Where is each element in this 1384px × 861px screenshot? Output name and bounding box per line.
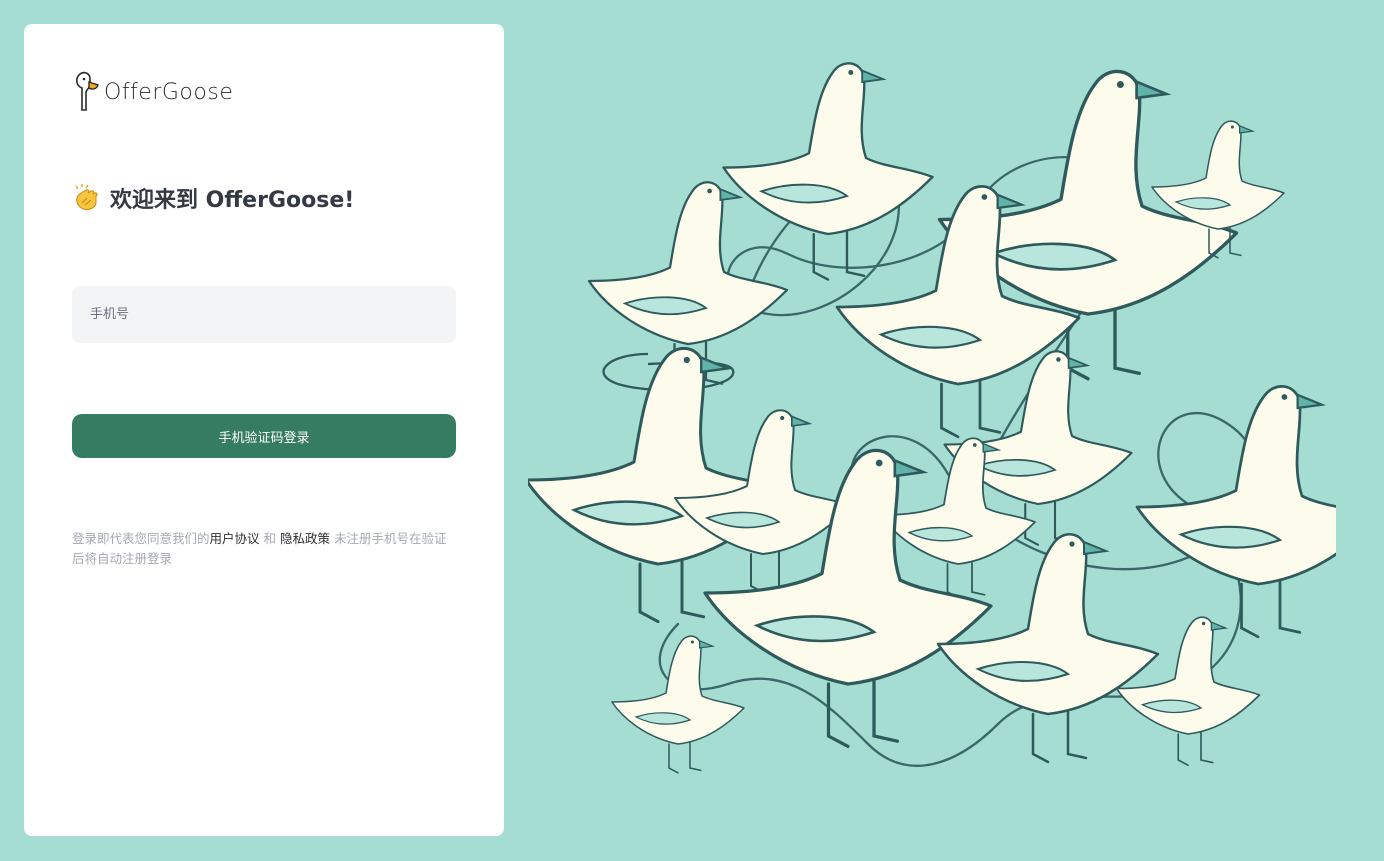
brand-name: OfferGoose (104, 79, 234, 105)
goose-logo-icon (76, 71, 99, 111)
clapping-hands-icon (75, 184, 98, 211)
sms-login-button[interactable]: 手机验证码登录 (72, 414, 456, 458)
login-card: OfferGoose 欢迎来到 OfferGoose! 手机验证码登录 登录即代… (24, 24, 504, 836)
privacy-policy-link[interactable]: 隐私政策 (280, 531, 330, 546)
terms-notice: 登录即代表您同意我们的用户协议 和 隐私政策 未注册手机号在验证后将自动注册登录 (72, 529, 456, 569)
welcome-heading: 欢迎来到 OfferGoose! (72, 182, 354, 214)
user-agreement-link[interactable]: 用户协议 (210, 531, 260, 546)
phone-number-input[interactable] (72, 286, 456, 343)
welcome-title: 欢迎来到 OfferGoose! (110, 188, 355, 213)
brand-logo: OfferGoose (72, 70, 233, 114)
geese-illustration (528, 62, 1336, 774)
terms-and: 和 (259, 531, 280, 546)
terms-prefix: 登录即代表您同意我们的 (72, 531, 210, 546)
